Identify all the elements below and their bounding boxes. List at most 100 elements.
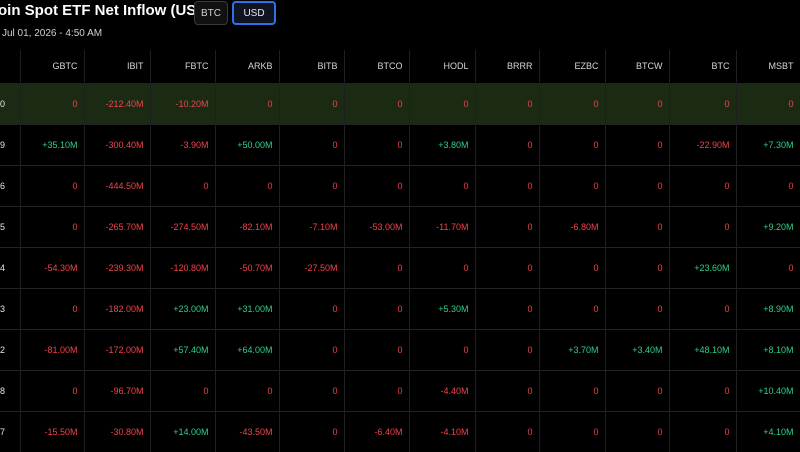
flow-cell: 0 (279, 369, 345, 411)
table-row[interactable]: 2 -81.00M -172.00M +57.40M +64.00M 0 0 0 0 +3.70M… (0, 328, 800, 370)
flow-cell: 0 (605, 410, 670, 452)
usd-toggle-button[interactable]: USD (232, 1, 276, 25)
flow-cell: 0 (539, 164, 606, 206)
flow-cell: 0 (539, 369, 606, 411)
table-row[interactable]: 3 0 -182.00M +23.00M +31.00M 0 0 +5.30M 0 0 0 0 +8.9… (0, 287, 800, 329)
flow-cell: +9.20M (736, 205, 800, 247)
table-row[interactable]: 7 -15.50M -30.80M +14.00M -43.50M 0 -6.40M -4.1… (0, 410, 800, 452)
flow-cell: 0 (279, 82, 345, 124)
column-header-ibit[interactable]: IBIT (84, 50, 151, 83)
flow-cell: -6.40M (344, 410, 410, 452)
flow-cell: +14.00M (150, 410, 216, 452)
page-title: oin Spot ETF Net Inflow (USD) (0, 2, 213, 19)
flow-cell: 0 (736, 246, 800, 288)
flow-cell: 0 (279, 410, 345, 452)
row-date-cell: 9 (0, 123, 21, 165)
flow-cell: 0 (539, 287, 606, 329)
flow-cell: +8.90M (736, 287, 800, 329)
row-date-cell: 4 (0, 246, 21, 288)
column-header-bitb[interactable]: BITB (279, 50, 345, 83)
flow-cell: +10.40M (736, 369, 800, 411)
flow-cell: 0 (475, 328, 540, 370)
flow-cell: 0 (344, 246, 410, 288)
column-header-gbtc[interactable]: GBTC (20, 50, 85, 83)
timestamp: Jul 01, 2026 - 4:50 AM (2, 28, 103, 39)
flow-cell: -444.50M (84, 164, 151, 206)
table-row[interactable]: 4 -54.30M -239.30M -120.80M -50.70M -27.50M 0 0… (0, 246, 800, 288)
flow-cell: -15.50M (20, 410, 85, 452)
flow-cell: -43.50M (215, 410, 280, 452)
flow-cell: 0 (669, 410, 737, 452)
flow-cell: 0 (736, 164, 800, 206)
flow-cell: 0 (736, 82, 800, 124)
flow-cell: -265.70M (84, 205, 151, 247)
column-header-btc[interactable]: BTC (669, 50, 737, 83)
row-date-cell: 0 (0, 82, 21, 124)
flow-cell: -4.40M (409, 369, 476, 411)
column-header-date (0, 50, 21, 83)
flow-cell: -27.50M (279, 246, 345, 288)
flow-cell: 0 (605, 369, 670, 411)
flow-cell: 0 (20, 205, 85, 247)
flow-cell: 0 (605, 164, 670, 206)
table-row[interactable]: 0 0 -212.40M -10.20M 0 0 0 0 0 0 0 0 0 (0, 82, 800, 124)
flow-cell: 0 (150, 164, 216, 206)
flow-cell: 0 (475, 205, 540, 247)
flow-cell: 0 (215, 369, 280, 411)
flow-cell: +7.30M (736, 123, 800, 165)
flow-cell: 0 (539, 123, 606, 165)
flow-cell: 0 (475, 82, 540, 124)
column-header-btco[interactable]: BTCO (344, 50, 410, 83)
flow-cell: -212.40M (84, 82, 151, 124)
column-header-ezbc[interactable]: EZBC (539, 50, 606, 83)
flow-cell: 0 (669, 369, 737, 411)
flow-cell: 0 (539, 82, 606, 124)
flow-cell: 0 (669, 205, 737, 247)
etf-flow-table: GBTC IBIT FBTC ARKB BITB BTCO HODL BRRR EZBC BTCW… (0, 50, 800, 452)
table-row[interactable]: 6 0 -444.50M 0 0 0 0 0 0 0 0 0 0 (0, 164, 800, 206)
table-row[interactable]: 8 0 -96.70M 0 0 0 0 -4.40M 0 0 0 0 +10.40M (0, 369, 800, 411)
flow-cell: +23.60M (669, 246, 737, 288)
flow-cell: 0 (475, 410, 540, 452)
flow-cell: 0 (539, 410, 606, 452)
flow-cell: 0 (409, 82, 476, 124)
column-header-btcw[interactable]: BTCW (605, 50, 670, 83)
flow-cell: -50.70M (215, 246, 280, 288)
flow-cell: -82.10M (215, 205, 280, 247)
flow-cell: 0 (475, 246, 540, 288)
flow-cell: +3.80M (409, 123, 476, 165)
flow-cell: 0 (605, 205, 670, 247)
flow-cell: 0 (539, 246, 606, 288)
row-date-cell: 2 (0, 328, 21, 370)
row-date-cell: 3 (0, 287, 21, 329)
flow-cell: 0 (475, 123, 540, 165)
flow-cell: 0 (475, 287, 540, 329)
flow-cell: 0 (344, 287, 410, 329)
flow-cell: -81.00M (20, 328, 85, 370)
flow-cell: 0 (279, 287, 345, 329)
btc-toggle-button[interactable]: BTC (194, 1, 228, 25)
row-date-cell: 8 (0, 369, 21, 411)
flow-cell: -172.00M (84, 328, 151, 370)
flow-cell: -96.70M (84, 369, 151, 411)
flow-cell: 0 (669, 164, 737, 206)
flow-cell: -6.80M (539, 205, 606, 247)
column-header-msbt[interactable]: MSBT (736, 50, 800, 83)
table-row[interactable]: 5 0 -265.70M -274.50M -82.10M -7.10M -53.00M -1… (0, 205, 800, 247)
flow-cell: 0 (409, 164, 476, 206)
flow-cell: -54.30M (20, 246, 85, 288)
column-header-fbtc[interactable]: FBTC (150, 50, 216, 83)
column-header-hodl[interactable]: HODL (409, 50, 476, 83)
flow-cell: -4.10M (409, 410, 476, 452)
flow-cell: 0 (20, 287, 85, 329)
flow-cell: 0 (409, 246, 476, 288)
flow-cell: 0 (475, 164, 540, 206)
flow-cell: +50.00M (215, 123, 280, 165)
flow-cell: +31.00M (215, 287, 280, 329)
column-header-arkb[interactable]: ARKB (215, 50, 280, 83)
flow-cell: 0 (344, 328, 410, 370)
flow-cell: +5.30M (409, 287, 476, 329)
table-row[interactable]: 9 +35.10M -300.40M -3.90M +50.00M 0 0 +3.80M 0 0 0… (0, 123, 800, 165)
header: oin Spot ETF Net Inflow (USD) Jul 01, 20… (0, 0, 800, 50)
column-header-brrr[interactable]: BRRR (475, 50, 540, 83)
